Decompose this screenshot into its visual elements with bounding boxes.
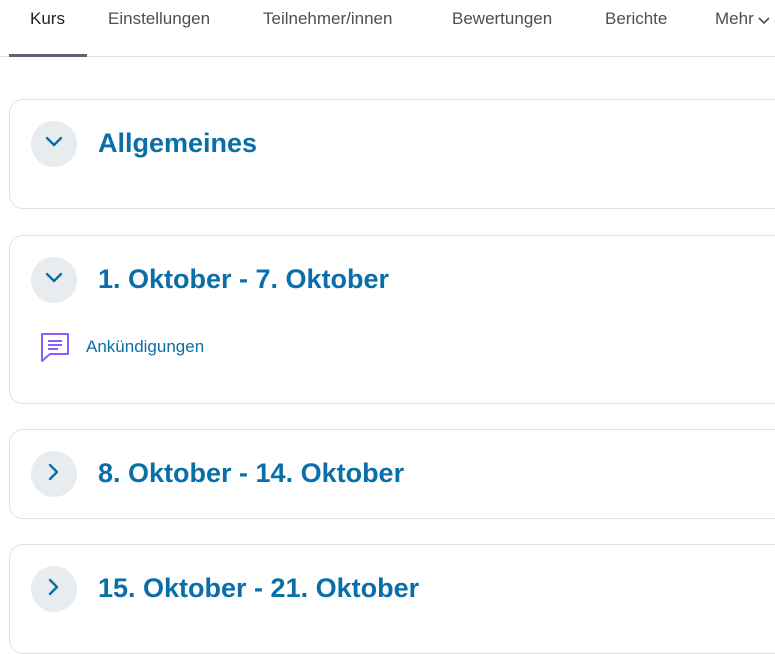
tab-berichte[interactable]: Berichte <box>605 0 667 57</box>
chevron-right-icon <box>48 463 60 486</box>
chevron-down-icon <box>45 271 63 289</box>
forum-icon <box>38 330 72 364</box>
activity-ankuendigungen[interactable]: Ankündigungen <box>38 330 204 364</box>
section-card-week-1: 1. Oktober - 7. Oktober Ankündigungen <box>9 235 775 404</box>
section-card-allgemeines: Allgemeines <box>9 99 775 209</box>
tab-mehr-label: Mehr <box>715 9 754 28</box>
section-title[interactable]: 1. Oktober - 7. Oktober <box>98 264 389 295</box>
chevron-down-icon <box>45 135 63 153</box>
section-title[interactable]: Allgemeines <box>98 128 257 159</box>
section-card-week-3: 15. Oktober - 21. Oktober <box>9 544 775 654</box>
tab-bewertungen[interactable]: Bewertungen <box>452 0 552 57</box>
section-expand-button[interactable] <box>31 451 77 497</box>
section-expand-button[interactable] <box>31 566 77 612</box>
section-collapse-button[interactable] <box>31 257 77 303</box>
active-tab-indicator <box>9 54 87 57</box>
activity-label: Ankündigungen <box>86 337 205 356</box>
tab-teilnehmer[interactable]: Teilnehmer/innen <box>263 0 392 57</box>
course-navigation: Kurs Einstellungen Teilnehmer/innen Bewe… <box>0 0 775 57</box>
chevron-right-icon <box>48 578 60 601</box>
section-title[interactable]: 8. Oktober - 14. Oktober <box>98 458 404 489</box>
chevron-down-icon <box>758 1 770 39</box>
tab-einstellungen[interactable]: Einstellungen <box>108 0 210 57</box>
section-collapse-button[interactable] <box>31 121 77 167</box>
tab-mehr[interactable]: Mehr <box>715 0 770 57</box>
section-title[interactable]: 15. Oktober - 21. Oktober <box>98 573 419 604</box>
section-card-week-2: 8. Oktober - 14. Oktober <box>9 429 775 519</box>
tab-kurs[interactable]: Kurs <box>30 0 65 57</box>
